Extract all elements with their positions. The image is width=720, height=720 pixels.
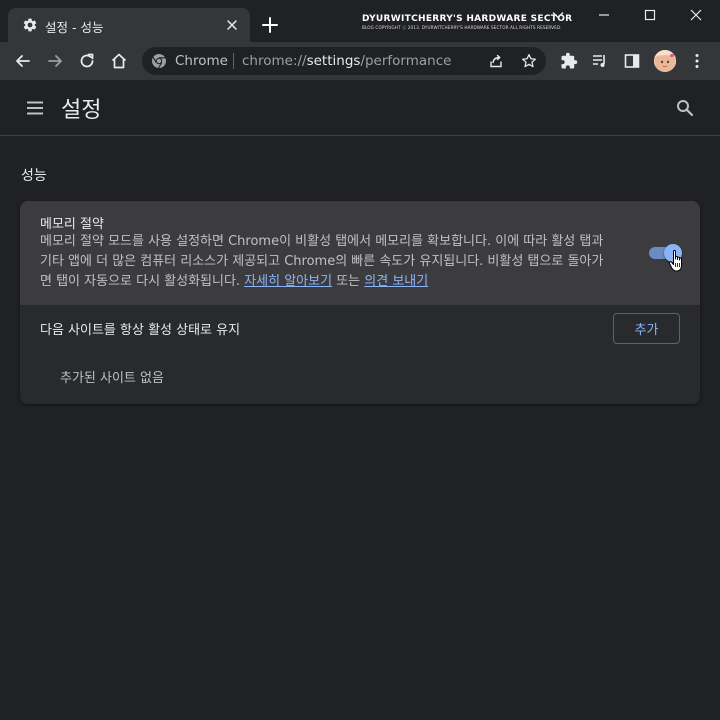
or-text: 또는 [336,274,361,289]
reload-icon [80,53,94,68]
close-icon[interactable] [224,17,240,33]
side-panel-button[interactable] [621,50,643,72]
memory-saver-row: 메모리 절약 메모리 절약 모드를 사용 설정하면 Chrome이 비활성 탭에… [20,201,700,305]
arrow-right-icon [48,55,62,67]
tab-title: 설정 - 성능 [45,20,104,35]
desc-line-3: 면 탭이 자동으로 다시 활성화됩니다. [40,274,241,289]
home-button[interactable] [108,50,130,72]
tab-search-button[interactable] [535,0,581,30]
tab-settings-performance[interactable]: 설정 - 성능 [8,8,250,42]
maximize-icon [644,9,656,21]
address-bar[interactable]: Chrome chrome://settings/performance [142,47,546,75]
always-active-sites-title: 다음 사이트를 항상 활성 상태로 유지 [40,323,241,338]
send-feedback-link[interactable]: 의견 보내기 [364,274,428,289]
media-controls-button[interactable] [589,50,611,72]
performance-card: 메모리 절약 메모리 절약 모드를 사용 설정하면 Chrome이 비활성 탭에… [20,201,700,404]
minimize-icon [599,14,609,16]
arrow-left-icon [16,55,30,67]
omnibox-separator [233,53,234,69]
section-title: 성능 [21,168,47,184]
url-path: /performance [360,53,452,69]
url-text[interactable]: chrome://settings/performance [242,53,451,69]
memory-saver-description: 메모리 절약 모드를 사용 설정하면 Chrome이 비활성 탭에서 메모리를 … [40,232,630,292]
minimize-button[interactable] [581,0,627,30]
chrome-menu-button[interactable] [686,50,708,72]
reload-button[interactable] [76,50,98,72]
avatar-icon [654,50,676,72]
watermark-copyright: BLOG COPYRIGHT ⓒ 2013. DYURWITCHERRY'S H… [362,25,562,30]
new-tab-plus-icon[interactable] [260,15,280,35]
more-vert-icon [695,54,699,68]
title-bar: 설정 - 성능 DYURWITCHERRY'S HARDWARE SECTOR … [0,0,720,42]
memory-saver-title: 메모리 절약 [40,217,104,232]
desc-line-2: 기타 앱에 더 많은 컴퓨터 리소스가 제공되고 Chrome의 빠른 속도가 … [40,254,604,269]
hamburger-menu-icon[interactable] [25,98,45,118]
watermark-title: DYURWITCHERRY'S HARDWARE SECTOR [362,14,573,24]
url-host: settings [306,53,361,69]
back-button[interactable] [12,50,34,72]
desc-line-1: 메모리 절약 모드를 사용 설정하면 Chrome이 비활성 탭에서 메모리를 … [40,234,604,249]
close-icon [690,9,702,21]
extensions-button[interactable] [558,50,580,72]
url-scheme: chrome:// [242,53,307,69]
forward-button[interactable] [44,50,66,72]
site-chip: Chrome [175,53,228,69]
no-sites-text: 추가된 사이트 없음 [60,371,164,386]
settings-header: 설정 [0,80,720,136]
page-title: 설정 [61,98,102,123]
search-icon[interactable] [676,99,694,117]
home-icon [111,53,127,69]
add-site-button[interactable]: 추가 [613,313,680,344]
side-panel-icon [624,54,640,68]
puzzle-icon [561,52,578,69]
profile-avatar[interactable] [654,50,676,72]
hand-cursor-icon [668,250,682,272]
learn-more-link[interactable]: 자세히 알아보기 [244,274,332,289]
media-queue-icon [593,55,605,67]
share-icon[interactable] [488,53,504,69]
chrome-logo-icon [152,54,166,69]
watermark: DYURWITCHERRY'S HARDWARE SECTOR BLOG COP… [362,14,573,36]
close-window-button[interactable] [673,0,719,30]
chevron-down-icon [552,12,564,19]
gear-icon [23,18,37,32]
star-icon[interactable] [520,52,538,70]
maximize-button[interactable] [627,0,673,30]
